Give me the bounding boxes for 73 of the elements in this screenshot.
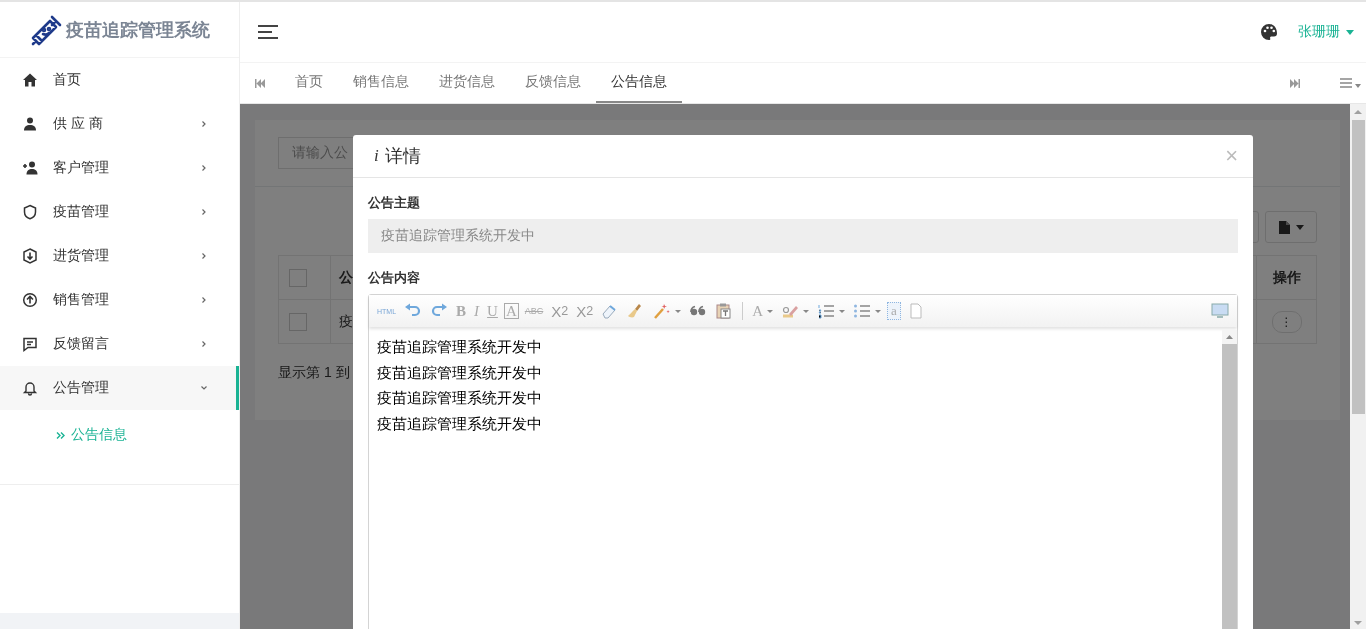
double-chevron-icon bbox=[56, 430, 65, 440]
wand-icon bbox=[653, 303, 672, 319]
strike-button[interactable]: ABC bbox=[522, 301, 546, 321]
message-icon bbox=[22, 336, 38, 352]
checkbox[interactable] bbox=[289, 312, 307, 331]
highlight-icon bbox=[781, 303, 800, 319]
sidebar-item[interactable]: 疫苗管理 bbox=[0, 190, 239, 234]
more-button[interactable]: ⋮ bbox=[1271, 310, 1302, 333]
list-menu-icon[interactable] bbox=[1340, 77, 1362, 89]
caret-down-icon[interactable] bbox=[839, 309, 846, 313]
user-menu[interactable]: 张珊珊 bbox=[1298, 23, 1340, 41]
caret-down-icon[interactable] bbox=[675, 309, 682, 313]
download-icon bbox=[22, 248, 38, 264]
sidebar-item[interactable]: 供 应 商 bbox=[0, 102, 239, 146]
caret-down-icon[interactable] bbox=[875, 309, 882, 313]
chevron-right-icon bbox=[200, 120, 208, 128]
tab[interactable]: 进货信息 bbox=[424, 63, 510, 103]
skip-back-icon[interactable] bbox=[255, 78, 265, 88]
caret-down-icon bbox=[1295, 224, 1304, 230]
info-icon: i bbox=[374, 146, 379, 166]
sidebar-subitem[interactable]: 公告信息 bbox=[56, 420, 239, 450]
column-header: 公 bbox=[339, 268, 353, 285]
field-label: 公告主题 bbox=[368, 194, 421, 212]
chevron-right-icon bbox=[200, 296, 208, 304]
user-icon bbox=[22, 116, 38, 132]
shield-icon bbox=[22, 204, 38, 220]
column-header: 操作 bbox=[1272, 268, 1301, 285]
subject-field: 疫苗追踪管理系统开发中 bbox=[368, 219, 1238, 253]
caret-down-icon[interactable] bbox=[803, 309, 810, 313]
scrollbar[interactable] bbox=[1350, 104, 1366, 629]
upload-icon bbox=[22, 292, 38, 308]
chevron-right-icon bbox=[200, 340, 208, 348]
skip-forward-icon[interactable] bbox=[1290, 78, 1300, 88]
chevron-right-icon bbox=[200, 208, 208, 216]
caret-down-icon[interactable] bbox=[767, 309, 774, 313]
chevron-right-icon bbox=[200, 164, 208, 172]
redo-icon bbox=[430, 303, 449, 319]
file-icon bbox=[1278, 220, 1290, 234]
tab[interactable]: 反馈信息 bbox=[510, 63, 596, 103]
sidebar-item[interactable]: 进货管理 bbox=[0, 234, 239, 278]
sidebar-item[interactable]: 反馈留言 bbox=[0, 322, 239, 366]
chevron-down-icon bbox=[200, 384, 208, 392]
pagination-info: 显示第 1 到 bbox=[278, 364, 350, 382]
ul-icon bbox=[853, 303, 872, 319]
content-line: 疫苗追踪管理系统开发中 bbox=[377, 388, 543, 408]
content-line: 疫苗追踪管理系统开发中 bbox=[377, 337, 543, 357]
user-plus-icon bbox=[22, 160, 38, 176]
scrollbar[interactable] bbox=[1222, 330, 1237, 629]
sidebar-item[interactable]: 销售管理 bbox=[0, 278, 239, 322]
undo-icon bbox=[404, 303, 423, 319]
app-title: 疫苗追踪管理系统 bbox=[65, 18, 210, 42]
sidebar-item[interactable]: 公告管理 bbox=[0, 366, 239, 410]
export-button[interactable] bbox=[1265, 211, 1317, 243]
checkbox[interactable] bbox=[289, 268, 307, 287]
sidebar-item[interactable]: 首页 bbox=[0, 58, 239, 102]
tab[interactable]: 销售信息 bbox=[338, 63, 424, 103]
home-icon bbox=[22, 72, 38, 88]
monitor-icon bbox=[1211, 303, 1229, 319]
tab[interactable]: 首页 bbox=[280, 63, 338, 103]
bell-icon bbox=[22, 380, 38, 396]
menu-icon[interactable] bbox=[258, 25, 278, 39]
paste-icon bbox=[715, 303, 734, 319]
table-cell: 疫 bbox=[339, 312, 353, 329]
caret-down-icon bbox=[1346, 29, 1354, 35]
content-line: 疫苗追踪管理系统开发中 bbox=[377, 413, 543, 434]
chevron-right-icon bbox=[200, 252, 208, 260]
field-label: 公告内容 bbox=[368, 269, 421, 287]
ol-icon bbox=[817, 303, 836, 319]
preview-button[interactable] bbox=[1209, 301, 1231, 321]
palette-icon[interactable] bbox=[1260, 23, 1278, 41]
sidebar-item[interactable]: 客户管理 bbox=[0, 146, 239, 190]
content-line: 疫苗追踪管理系统开发中 bbox=[377, 362, 543, 383]
dialog-title: 详情 bbox=[384, 145, 421, 168]
